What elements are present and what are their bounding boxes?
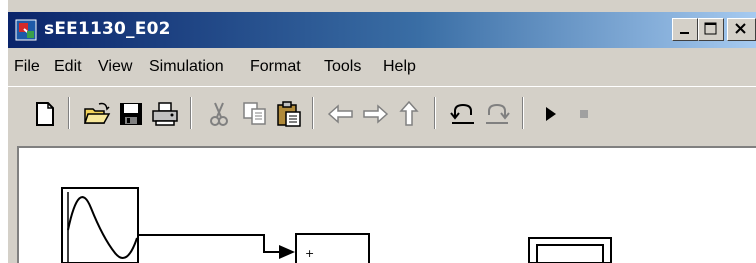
- cut-icon[interactable]: [204, 99, 234, 129]
- model-canvas[interactable]: +: [17, 146, 756, 263]
- maximize-button[interactable]: [698, 18, 724, 41]
- up-arrow-icon[interactable]: [394, 99, 424, 129]
- save-icon[interactable]: [116, 99, 146, 129]
- menu-edit[interactable]: Edit: [54, 58, 82, 76]
- scope-block[interactable]: [528, 237, 612, 263]
- sum-block[interactable]: +: [295, 233, 370, 263]
- simulink-app-icon[interactable]: [15, 19, 37, 41]
- undo-icon[interactable]: [448, 99, 478, 129]
- toolbar-separator: [434, 97, 436, 129]
- block-diagram: +: [61, 187, 612, 263]
- close-button[interactable]: [727, 18, 756, 41]
- sine-wave-block[interactable]: [61, 187, 139, 263]
- print-icon[interactable]: [150, 99, 180, 129]
- forward-arrow-icon[interactable]: [360, 99, 390, 129]
- paste-icon[interactable]: [274, 99, 304, 129]
- title-bar[interactable]: sEE1130_E02: [8, 12, 756, 48]
- new-model-icon[interactable]: [30, 99, 60, 129]
- toolbar-separator: [312, 97, 314, 129]
- maximize-icon: [704, 22, 717, 35]
- copy-icon[interactable]: [240, 99, 270, 129]
- sum-sign-label: +: [305, 247, 314, 260]
- back-arrow-icon[interactable]: [326, 99, 356, 129]
- toolbar-separator: [190, 97, 192, 129]
- menu-bar: File Edit View Simulation Format Tools H…: [8, 48, 756, 86]
- menu-simulation[interactable]: Simulation: [149, 58, 224, 76]
- simulink-window: sEE1130_E02 File Edit View Simulation Fo…: [8, 0, 756, 263]
- close-icon: [735, 23, 746, 34]
- menu-help[interactable]: Help: [383, 58, 416, 76]
- menu-view[interactable]: View: [98, 58, 132, 76]
- start-simulation-icon[interactable]: [536, 99, 566, 129]
- minimize-icon: [680, 32, 689, 34]
- open-folder-icon[interactable]: [82, 99, 112, 129]
- toolbar: [8, 86, 756, 141]
- menu-file[interactable]: File: [14, 58, 40, 76]
- redo-icon[interactable]: [482, 99, 512, 129]
- signal-line: [138, 234, 281, 253]
- menu-tools[interactable]: Tools: [324, 58, 361, 76]
- toolbar-separator: [522, 97, 524, 129]
- stop-simulation-icon[interactable]: [570, 99, 600, 129]
- menu-format[interactable]: Format: [250, 58, 301, 76]
- signal-arrowhead: [279, 245, 295, 259]
- minimize-button[interactable]: [672, 18, 698, 41]
- window-title: sEE1130_E02: [44, 19, 171, 39]
- toolbar-separator: [68, 97, 70, 129]
